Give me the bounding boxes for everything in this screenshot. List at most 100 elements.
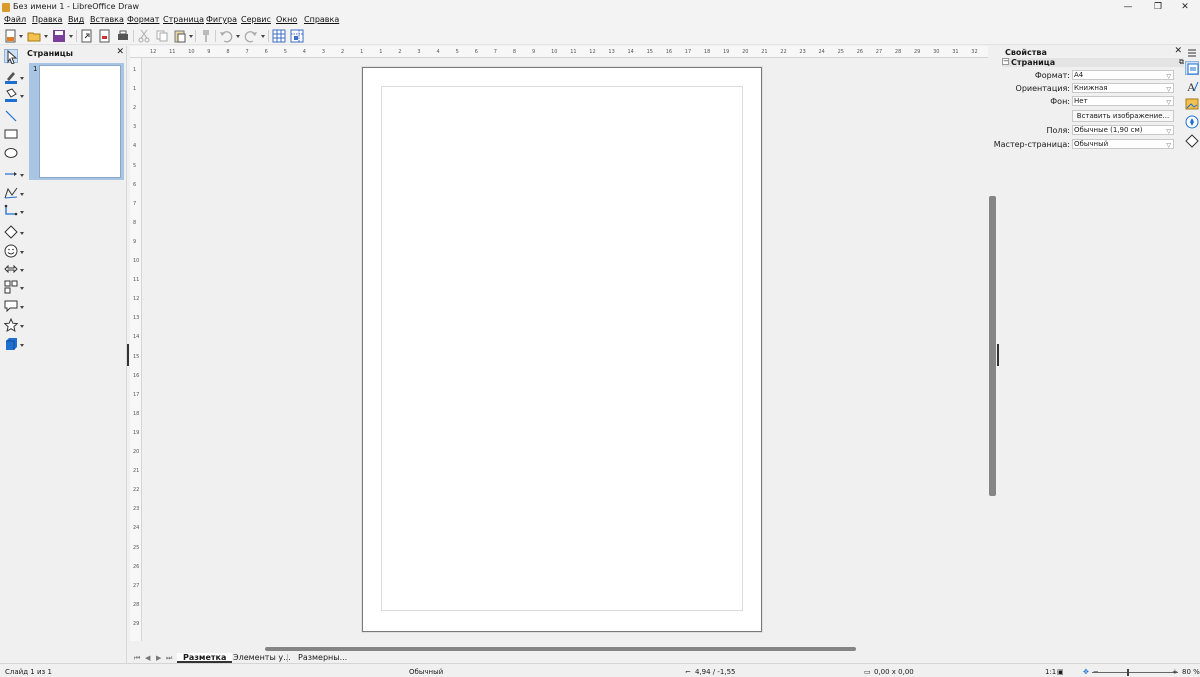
grid-icon[interactable]	[272, 29, 286, 43]
save-dropdown-arrow[interactable]	[69, 35, 73, 38]
insert-image-button[interactable]: Вставить изображение...	[1072, 110, 1174, 122]
undo-icon[interactable]	[219, 29, 233, 43]
master-page-dropdown[interactable]: Обычный ▽	[1072, 139, 1174, 149]
menu-insert[interactable]: Вставка	[90, 15, 124, 24]
open-dropdown-arrow[interactable]	[44, 35, 48, 38]
last-tab-icon[interactable]: ⏭	[166, 654, 172, 663]
tab-layout[interactable]: Разметка	[177, 653, 233, 663]
connectors-dropdown[interactable]	[20, 211, 24, 214]
sidebar-close-icon[interactable]: ✕	[1174, 46, 1182, 56]
select-icon[interactable]	[4, 49, 18, 65]
sidebar-menu-icon[interactable]	[1185, 46, 1199, 60]
tab-dimensions[interactable]: Размерны...	[292, 653, 353, 663]
zoom-level-status[interactable]: 80 %	[1182, 668, 1200, 676]
margins-dropdown[interactable]: Обычные (1,90 см) ▽	[1072, 125, 1174, 135]
page-thumbnail[interactable]	[39, 65, 121, 178]
menu-help[interactable]: Справка	[304, 15, 339, 24]
h-ruler-label: 9	[532, 49, 536, 55]
export-icon[interactable]	[80, 29, 94, 43]
menu-format[interactable]: Формат	[127, 15, 159, 24]
navigator-deck-icon[interactable]	[1185, 115, 1199, 129]
flowchart-dropdown[interactable]	[20, 287, 24, 290]
collapse-icon[interactable]: −	[1002, 58, 1009, 65]
format-dropdown[interactable]: A4 ▽	[1072, 70, 1174, 80]
cut-icon[interactable]	[137, 29, 151, 43]
next-tab-icon[interactable]: ▶	[156, 654, 161, 662]
block-arrows-icon[interactable]	[4, 262, 18, 276]
close-window-button[interactable]: ✕	[1170, 0, 1200, 14]
save-icon[interactable]	[52, 29, 66, 43]
left-panel-splitter[interactable]	[127, 344, 129, 366]
styles-deck-icon[interactable]: A	[1185, 79, 1199, 94]
ellipse-tool-icon[interactable]	[4, 146, 18, 160]
basic-shapes-dropdown[interactable]	[20, 232, 24, 235]
smiley-icon[interactable]	[4, 244, 18, 258]
star-icon[interactable]	[3, 317, 19, 333]
fit-page-icon[interactable]: ✥	[1083, 668, 1089, 676]
drawing-page[interactable]	[362, 67, 762, 632]
paste-icon[interactable]	[173, 29, 187, 43]
callout-icon[interactable]	[4, 299, 18, 313]
prev-tab-icon[interactable]: ◀	[145, 654, 150, 662]
line-tool-icon[interactable]	[4, 109, 18, 123]
lines-arrows-dropdown[interactable]	[20, 174, 24, 177]
menu-window[interactable]: Окно	[276, 15, 297, 24]
fill-color-dropdown[interactable]	[20, 95, 24, 98]
redo-dropdown-arrow[interactable]	[261, 35, 265, 38]
block-arrows-dropdown[interactable]	[20, 269, 24, 272]
paste-dropdown-arrow[interactable]	[189, 35, 193, 38]
curve-tool-icon[interactable]	[4, 186, 18, 200]
horizontal-ruler[interactable]: 12 11 10 9 8 7 6 5 4 3 2 1 1 2 3 4 5 6 7 8 9 10 11 12 13 14 15 16 17…	[130, 46, 988, 58]
h-ruler-label: 16	[665, 49, 673, 55]
zoom-slider-handle[interactable]	[1127, 669, 1129, 676]
minimize-button[interactable]: —	[1113, 0, 1143, 14]
print-icon[interactable]	[116, 29, 130, 43]
menu-page[interactable]: Страница	[163, 15, 204, 24]
callouts-dropdown[interactable]	[20, 306, 24, 309]
pages-panel-close-icon[interactable]: ✕	[116, 47, 124, 57]
orientation-dropdown[interactable]: Книжная ▽	[1072, 83, 1174, 93]
open-folder-icon[interactable]	[27, 29, 41, 43]
line-color-dropdown[interactable]	[20, 77, 24, 80]
zoom-in-icon[interactable]: +	[1172, 668, 1178, 676]
menu-file[interactable]: Файл	[4, 15, 26, 24]
restore-button[interactable]: ❐	[1143, 0, 1173, 14]
flowchart-icon[interactable]	[4, 280, 18, 294]
properties-deck-icon[interactable]	[1185, 61, 1199, 75]
fill-color-icon[interactable]	[4, 88, 18, 102]
menu-view[interactable]: Вид	[68, 15, 84, 24]
v-ruler-label: 15	[133, 353, 140, 360]
undo-dropdown-arrow[interactable]	[236, 35, 240, 38]
helplines-icon[interactable]	[290, 29, 304, 43]
menu-edit[interactable]: Правка	[32, 15, 62, 24]
zoom-slider[interactable]	[1092, 672, 1178, 673]
basic-shapes-icon[interactable]	[4, 225, 18, 239]
page-section-header[interactable]: − Страница ⧉	[1002, 58, 1184, 67]
horizontal-scrollbar-thumb[interactable]	[265, 647, 856, 651]
vertical-ruler[interactable]: 1 1 2 3 4 5 6 7 8 9 10 11 12 13 14 15 16 17 18 19 20 21 22 23 24…	[130, 58, 142, 641]
copy-icon[interactable]	[155, 29, 169, 43]
line-color-icon[interactable]	[4, 70, 18, 84]
h-ruler-label: 12	[589, 49, 596, 55]
curves-dropdown[interactable]	[20, 193, 24, 196]
export-pdf-icon[interactable]	[98, 29, 112, 43]
menu-tools[interactable]: Сервис	[241, 15, 271, 24]
rectangle-tool-icon[interactable]	[4, 127, 18, 141]
menu-shape[interactable]: Фигура	[206, 15, 237, 24]
redo-icon[interactable]	[244, 29, 258, 43]
arrow-line-icon[interactable]	[4, 167, 18, 181]
new-document-icon[interactable]	[4, 29, 18, 43]
master-page-status[interactable]: Обычный	[409, 668, 443, 676]
background-dropdown[interactable]: Нет ▽	[1072, 96, 1174, 106]
new-dropdown-arrow[interactable]	[19, 35, 23, 38]
stars-dropdown[interactable]	[20, 325, 24, 328]
first-tab-icon[interactable]: ⏮	[134, 654, 140, 663]
connector-tool-icon[interactable]	[4, 204, 18, 218]
gallery-deck-icon[interactable]	[1185, 97, 1199, 111]
3d-objects-dropdown[interactable]	[20, 344, 24, 347]
3d-objects-icon[interactable]	[4, 337, 18, 351]
clone-formatting-icon[interactable]	[199, 29, 213, 43]
shapes-deck-icon[interactable]	[1185, 134, 1199, 148]
vertical-scrollbar-thumb[interactable]	[989, 196, 996, 496]
symbol-shapes-dropdown[interactable]	[20, 251, 24, 254]
